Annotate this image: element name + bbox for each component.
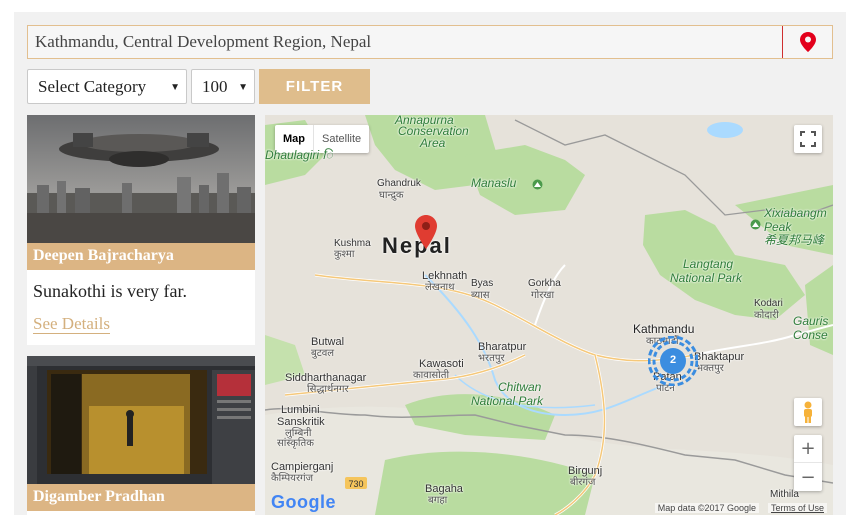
count-select-value: 100: [202, 76, 228, 96]
location-pin-icon: [799, 32, 816, 52]
card-author-name: Deepen Bajracharya: [27, 243, 255, 270]
map-label: बीरगंज: [570, 477, 596, 488]
map-label: कैम्पियरगंज: [271, 473, 314, 484]
cluster-count: 2: [669, 354, 677, 366]
terms-of-use-link[interactable]: Terms of Use: [767, 503, 827, 513]
map-label: ब्यास: [471, 290, 490, 301]
map-label: Bhaktapur: [694, 351, 745, 363]
map-label: गोरखा: [531, 290, 555, 301]
map-label: Conse: [793, 328, 828, 342]
count-select[interactable]: 100 ▼: [191, 69, 255, 104]
card-author-name: Digamber Pradhan: [27, 484, 255, 511]
map-label: Bharatpur: [478, 341, 527, 353]
map-label: Sanskritik: [277, 416, 325, 428]
map-label: बगहा: [428, 495, 448, 506]
map-label: Manaslu: [471, 176, 517, 190]
map-view[interactable]: 730 Map Satellite + − Annapurna Conserva…: [265, 115, 833, 515]
map-label: Xixiabangm: [764, 206, 827, 220]
fullscreen-button[interactable]: [794, 125, 822, 153]
result-card: Deepen Bajracharya Sunakothi is very far…: [27, 115, 255, 345]
map-label: Campierganj: [271, 461, 334, 473]
map-label: Birgunj: [568, 465, 603, 477]
map-label: भरतपुर: [478, 353, 505, 364]
map-label: Kodari: [754, 298, 783, 309]
map-terrain: 730: [265, 115, 833, 515]
category-select-value: Select Category: [38, 76, 147, 96]
map-label: Lekhnath: [422, 270, 468, 282]
map-label: Gorkha: [528, 278, 561, 289]
map-label: Bagaha: [425, 483, 463, 495]
map-marker-icon[interactable]: [415, 215, 437, 249]
pegman-icon: [804, 401, 812, 423]
category-select[interactable]: Select Category ▼: [27, 69, 187, 104]
chevron-down-icon: ▼: [238, 82, 248, 93]
zoom-out-button[interactable]: −: [794, 463, 822, 491]
map-label: घान्द्रुक: [379, 190, 404, 201]
google-logo: Google: [271, 492, 336, 512]
map-label: Langtang: [683, 257, 734, 271]
map-label: Kathmandu: [633, 322, 695, 336]
chevron-down-icon: ▼: [170, 82, 180, 93]
map-label: Chitwan: [498, 380, 542, 394]
map-label: लेखनाथ: [425, 282, 455, 293]
zoom-control: + −: [794, 435, 822, 491]
map-label: कावासोती: [413, 370, 450, 381]
map-label: Dhaulagiri ि: [265, 148, 333, 162]
map-label: कोदारी: [754, 310, 779, 321]
filter-button[interactable]: FILTER: [259, 69, 370, 104]
map-label: 希夏邦马峰: [764, 233, 825, 247]
map-label: Butwal: [311, 336, 345, 348]
map-label: कुश्मा: [334, 249, 355, 260]
street-view-button[interactable]: [794, 398, 822, 426]
result-card: Digamber Pradhan: [27, 356, 255, 515]
map-label: Area: [420, 136, 446, 150]
card-description: Sunakothi is very far.: [33, 281, 187, 301]
location-search: [27, 25, 833, 59]
map-label: National Park: [471, 394, 544, 408]
map-label: Ghandruk: [377, 178, 421, 189]
peak-icon: [750, 219, 761, 230]
zoom-out-icon: −: [800, 466, 816, 488]
map-label: Mithila: [770, 489, 799, 500]
road-shield-label: 730: [348, 479, 363, 489]
map-attribution: Map data ©2017 Google: [654, 503, 759, 513]
map-label: सिद्धार्थनगर: [307, 384, 349, 395]
map-label: बुटवल: [311, 348, 335, 359]
location-search-input[interactable]: [28, 26, 783, 58]
map-label: Lumbini: [281, 404, 320, 416]
map-label: Kawasoti: [419, 358, 464, 370]
map-label: Gauris: [793, 314, 829, 328]
zoom-in-button[interactable]: +: [794, 435, 822, 463]
peak-icon: [532, 179, 543, 190]
see-details-link[interactable]: See Details: [33, 314, 110, 334]
map-label: Siddharthanagar: [285, 372, 367, 384]
map-label: सांस्कृतिक: [277, 438, 314, 449]
card-photo[interactable]: [27, 115, 255, 243]
map-label: National Park: [670, 271, 743, 285]
marker-cluster[interactable]: 2: [648, 336, 698, 386]
map-label: Byas: [471, 278, 494, 289]
app-container: Select Category ▼ 100 ▼ FILTER: [14, 12, 846, 515]
locate-button[interactable]: [782, 26, 832, 58]
zoom-in-icon: +: [800, 438, 816, 459]
fullscreen-icon: [800, 131, 816, 147]
card-photo[interactable]: [27, 356, 255, 484]
map-label: भक्तपुर: [696, 363, 724, 374]
